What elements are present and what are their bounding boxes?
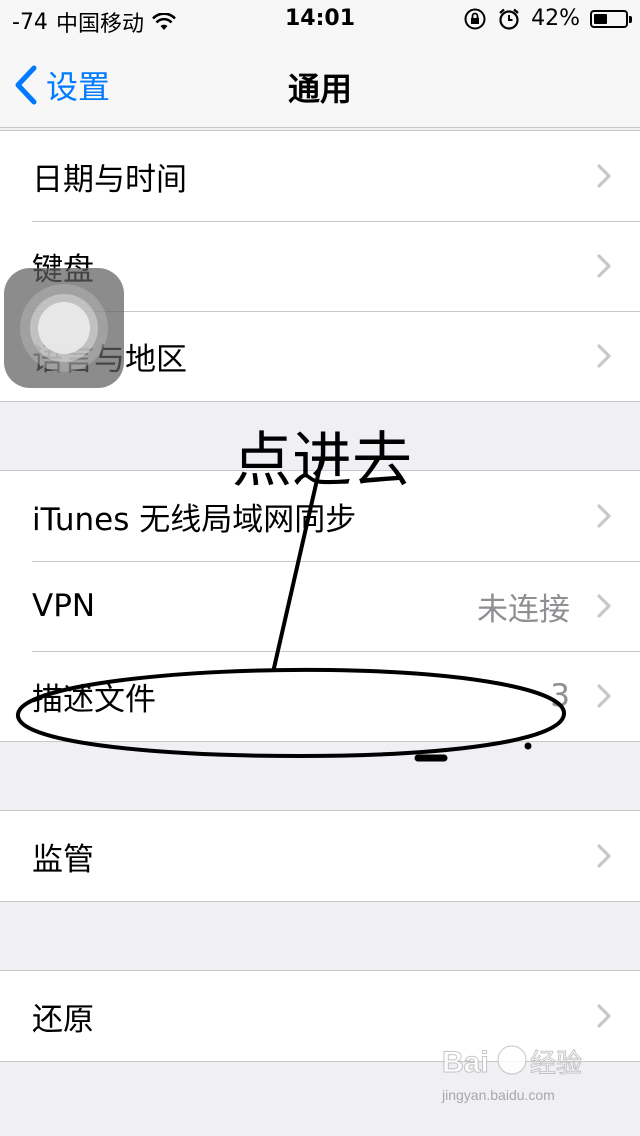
row-label: VPN xyxy=(32,588,96,624)
row-detail: 未连接 xyxy=(477,591,570,628)
chevron-right-icon xyxy=(597,684,611,708)
baidu-jingyan-watermark: Bai 经验 jingyan.baidu.com xyxy=(441,1045,583,1103)
assistive-touch-button[interactable] xyxy=(4,268,124,388)
chevron-right-icon xyxy=(597,504,611,528)
row-label: 描述文件 xyxy=(32,681,156,718)
row-label: 还原 xyxy=(32,1001,94,1038)
assistive-touch-core xyxy=(38,302,90,354)
battery-icon xyxy=(590,9,632,28)
row-label: iTunes 无线局域网同步 xyxy=(32,501,357,538)
page-title: 通用 xyxy=(287,70,352,108)
row-profiles[interactable]: 描述文件 3 xyxy=(0,651,640,741)
chevron-right-icon xyxy=(597,254,611,278)
rotation-lock-icon xyxy=(464,8,486,29)
chevron-right-icon xyxy=(597,594,611,618)
status-bar: -74 中国移动 14:01 42% xyxy=(0,0,640,40)
navigation-bar: 设置 通用 xyxy=(0,40,640,128)
chevron-right-icon xyxy=(597,844,611,868)
svg-text:Bai: Bai xyxy=(442,1046,489,1079)
svg-text:经验: 经验 xyxy=(530,1049,582,1079)
settings-group-3: 监管 xyxy=(0,810,640,902)
svg-text:jingyan.baidu.com: jingyan.baidu.com xyxy=(441,1087,555,1103)
row-vpn[interactable]: VPN 未连接 xyxy=(0,561,640,651)
annotation-dot xyxy=(524,742,532,750)
battery-level xyxy=(594,13,607,24)
chevron-right-icon xyxy=(597,344,611,368)
row-date-time[interactable]: 日期与时间 xyxy=(0,131,640,221)
row-detail: 3 xyxy=(550,678,570,714)
row-label: 监管 xyxy=(32,841,94,878)
battery-percent: 42% xyxy=(531,6,580,31)
row-label: 日期与时间 xyxy=(32,161,187,198)
row-supervision[interactable]: 监管 xyxy=(0,811,640,901)
alarm-clock-icon xyxy=(499,8,519,30)
status-right: 42% xyxy=(463,6,632,31)
chevron-right-icon xyxy=(597,164,611,188)
annotation-text: 点进去 xyxy=(232,426,412,496)
settings-group-2: iTunes 无线局域网同步 VPN 未连接 描述文件 3 xyxy=(0,470,640,742)
